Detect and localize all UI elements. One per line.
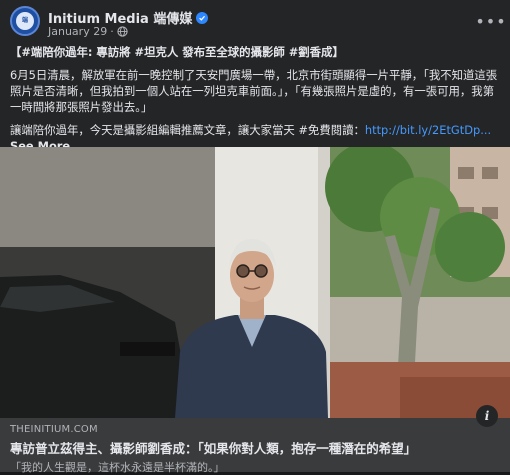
- post-text: 【#端陪你過年: 專訪將 #坦克人 發布至全球的攝影師 #劉香成】 6月5日清晨…: [10, 44, 502, 161]
- post-headline: 【#端陪你過年: 專訪將 #坦克人 發布至全球的攝影師 #劉香成】: [10, 45, 344, 59]
- info-icon[interactable]: i: [476, 405, 498, 427]
- preview-subtitle: 「我的人生觀是，這杯水永遠是半杯滿的。」: [10, 461, 225, 474]
- post-date[interactable]: January 29: [48, 25, 107, 38]
- facebook-post-card: 端 Initium Media 端傳媒 January 29 · ••• 【#端…: [0, 0, 510, 474]
- more-options-button[interactable]: •••: [475, 10, 505, 32]
- avatar-logo: 端: [16, 12, 34, 30]
- cta-text: 讓端陪你過年，今天是攝影組編輯推薦文章，讓大家當天 #免費閱讀：: [10, 123, 365, 137]
- preview-domain: THEINITIUM.COM: [10, 424, 98, 435]
- dot-separator: ·: [110, 25, 114, 38]
- page-avatar[interactable]: 端: [10, 6, 40, 36]
- post-photo[interactable]: [0, 147, 510, 418]
- verified-badge-icon: [196, 11, 209, 24]
- photographer-portrait-image: [0, 147, 510, 418]
- article-link[interactable]: http://bit.ly/2EtGtDp...: [365, 123, 491, 137]
- post-header: 端 Initium Media 端傳媒 January 29 · •••: [0, 0, 510, 40]
- globe-icon: [117, 26, 128, 37]
- link-preview[interactable]: THEINITIUM.COM 專訪普立茲得主、攝影師劉香成：「如果你對人類，抱存…: [0, 418, 510, 474]
- post-meta: January 29 ·: [48, 25, 128, 38]
- post-paragraph-quote: 6月5日清晨，解放軍在前一晚控制了天安門廣場一帶，北京市街頭顯得一片平靜，「我不…: [10, 68, 498, 114]
- preview-title[interactable]: 專訪普立茲得主、攝影師劉香成：「如果你對人類，抱存一種潛在的希望」: [10, 438, 500, 457]
